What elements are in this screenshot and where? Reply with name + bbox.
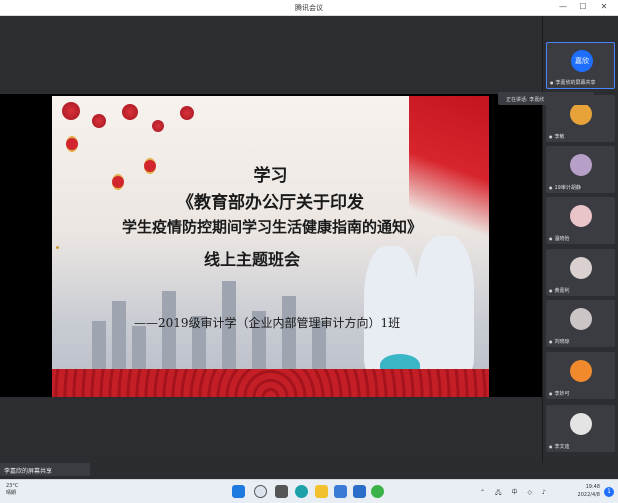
avatar: [570, 413, 592, 435]
participant-tile[interactable]: 19审计胡静: [546, 146, 615, 193]
slide-subtitle: ——2019级审计学（企业内部管理审计方向）1班: [134, 316, 401, 330]
maximize-button[interactable]: ☐: [576, 2, 590, 11]
wechat-icon[interactable]: [371, 485, 384, 498]
start-menu-icon[interactable]: [232, 485, 245, 498]
participant-name: 刘晓琼: [549, 338, 570, 345]
minimize-button[interactable]: —: [556, 2, 570, 11]
task-view-icon[interactable]: [275, 485, 288, 498]
participant-tile[interactable]: 李文迪: [546, 405, 615, 452]
participant-name: 黄嘉利: [549, 287, 570, 294]
clock-time: 19:48: [585, 484, 600, 490]
clock-date: 2022/4/8: [577, 492, 600, 498]
weather-temperature: 23°C: [6, 483, 19, 489]
plum-blossom-decoration: [152, 120, 164, 132]
lantern-decoration: [66, 136, 78, 152]
title-bar: 腾讯会议 — ☐ ✕: [0, 0, 618, 16]
avatar: [570, 103, 592, 125]
avatar: 嘉欣: [571, 50, 593, 72]
city-skyline: [162, 291, 176, 371]
system-tray-icons[interactable]: ⌃ 🖧 中 ◇ ♪: [480, 487, 550, 498]
weather-description: 晴朗: [6, 490, 17, 496]
participant-sidebar: 嘉欣 李嘉欣的屏幕共享 李敏 19审计胡静 温晓怡 黄嘉利 刘晓琼 李妙可: [542, 16, 618, 463]
weather-widget[interactable]: 23°C 晴朗: [6, 483, 18, 497]
red-wave-border: [52, 369, 489, 397]
slide-bullet-dot: [56, 246, 59, 249]
participant-name: 李文迪: [549, 443, 570, 450]
city-skyline: [92, 321, 106, 371]
medical-worker-illustration: [364, 246, 418, 372]
participant-tile[interactable]: 黄嘉利: [546, 249, 615, 296]
search-icon[interactable]: [254, 485, 267, 498]
slide-line-3: 学生疫情防控期间学习生活健康指南的通知》: [121, 218, 422, 236]
participant-name: 李敏: [549, 133, 565, 140]
tencent-meeting-icon[interactable]: [353, 485, 366, 498]
city-skyline: [132, 326, 146, 371]
participant-name: 李妙可: [549, 390, 570, 397]
clock[interactable]: 19:48 2022/4/8: [578, 483, 600, 499]
plum-blossom-decoration: [92, 114, 106, 128]
participant-tile[interactable]: 温晓怡: [546, 197, 615, 244]
slide-line-2: 《教育部办公厅关于印发: [177, 193, 364, 213]
slide-line-4: 线上主题班会: [204, 250, 301, 269]
participant-tile[interactable]: 刘晓琼: [546, 300, 615, 347]
file-explorer-icon[interactable]: [315, 485, 328, 498]
participant-tile[interactable]: 李妙可: [546, 352, 615, 399]
avatar: [570, 154, 592, 176]
avatar: [570, 257, 592, 279]
participant-tile[interactable]: 嘉欣 李嘉欣的屏幕共享: [546, 42, 615, 89]
notification-badge[interactable]: 1: [604, 487, 614, 497]
city-skyline: [112, 301, 126, 371]
windows-taskbar: 23°C 晴朗 ⌃ 🖧 中 ◇ ♪ 19:48 2022/4/8 1: [0, 479, 618, 503]
avatar: [570, 205, 592, 227]
slide-line-1: 学习: [253, 166, 288, 186]
avatar: [570, 360, 592, 382]
participant-name: 李嘉欣的屏幕共享: [550, 79, 596, 86]
edge-browser-icon[interactable]: [295, 485, 308, 498]
plum-blossom-decoration: [62, 102, 80, 120]
participant-name: 19审计胡静: [549, 184, 581, 191]
plum-blossom-decoration: [180, 106, 194, 120]
plum-blossom-decoration: [122, 104, 138, 120]
city-skyline: [282, 296, 296, 371]
close-button[interactable]: ✕: [597, 2, 611, 11]
avatar: [570, 308, 592, 330]
meeting-window: 腾讯会议 — ☐ ✕ 学习 《教育部办公厅关于印发 学生疫情防控期间学习生活健康…: [0, 0, 618, 479]
store-icon[interactable]: [334, 485, 347, 498]
shared-slide: 学习 《教育部办公厅关于印发 学生疫情防控期间学习生活健康指南的通知》 线上主题…: [52, 96, 489, 397]
participant-name: 温晓怡: [549, 235, 570, 242]
window-title: 腾讯会议: [295, 4, 323, 12]
medical-worker-illustration: [416, 236, 474, 372]
speaking-indicator: 正在讲话: 李嘉欣: [498, 92, 594, 105]
screen-share-label[interactable]: 李嘉欣的屏幕共享: [0, 463, 90, 476]
